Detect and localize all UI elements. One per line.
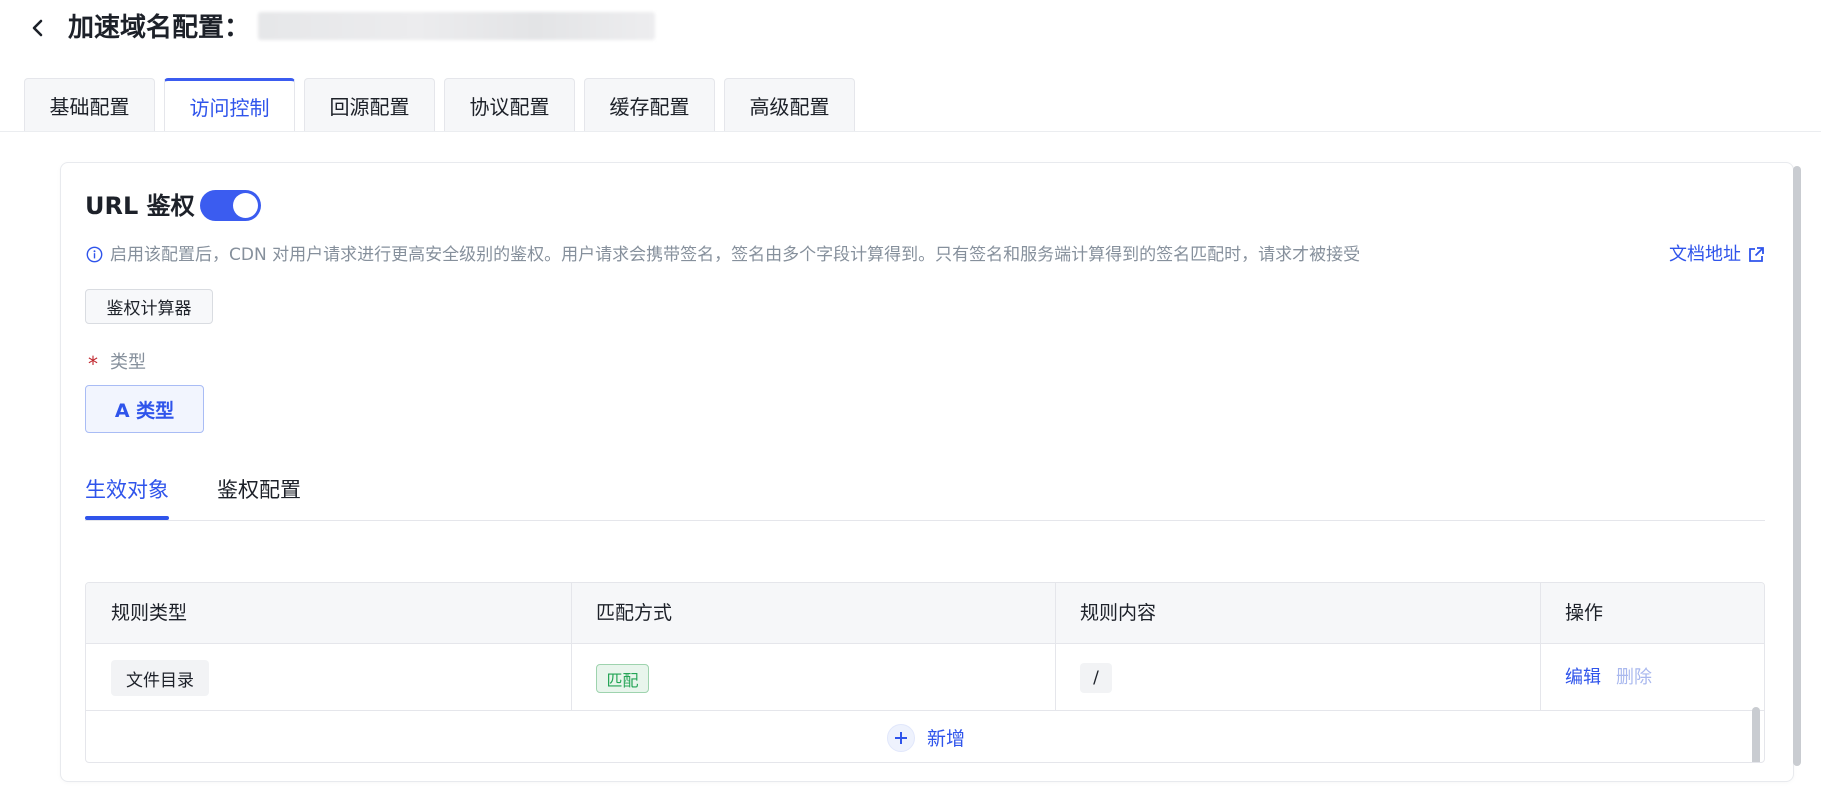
info-icon	[86, 246, 103, 263]
type-label: 类型	[110, 352, 146, 373]
tab-basic-config[interactable]: 基础配置	[24, 78, 155, 132]
url-auth-toggle[interactable]	[200, 190, 261, 221]
external-link-icon[interactable]	[1747, 246, 1765, 264]
delete-button[interactable]: 删除	[1616, 666, 1652, 690]
header-match-method: 匹配方式	[596, 602, 673, 624]
doc-link[interactable]: 文档地址	[1669, 243, 1741, 267]
subtab-effective-objects[interactable]: 生效对象	[85, 474, 169, 506]
tab-access-control[interactable]: 访问控制	[164, 78, 295, 132]
subtab-auth-config[interactable]: 鉴权配置	[217, 474, 301, 506]
config-tabs: 基础配置 访问控制 回源配置 协议配置 缓存配置 高级配置	[24, 78, 855, 132]
edit-button[interactable]: 编辑	[1565, 666, 1601, 690]
required-mark: *	[88, 352, 98, 376]
header-rule-type: 规则类型	[111, 602, 188, 624]
plus-icon	[886, 723, 915, 752]
header-rule-content: 规则内容	[1080, 602, 1157, 624]
tab-origin-config[interactable]: 回源配置	[304, 78, 435, 132]
toggle-knob	[233, 193, 258, 218]
url-auth-description: 启用该配置后，CDN 对用户请求进行更高安全级别的鉴权。用户请求会携带签名，签名…	[110, 245, 1361, 265]
tab-protocol-config[interactable]: 协议配置	[444, 78, 575, 132]
add-rule-button[interactable]: 新增	[86, 711, 1764, 762]
tabs-divider	[0, 131, 1821, 132]
table-row: 文件目录 匹配 / 编辑 删除	[86, 644, 1764, 762]
rule-type-tag: 文件目录	[111, 660, 209, 696]
auth-calculator-button[interactable]: 鉴权计算器	[85, 289, 213, 324]
rule-content-tag: /	[1080, 663, 1112, 693]
add-rule-label: 新增	[926, 728, 965, 750]
page-scrollbar[interactable]	[1793, 166, 1801, 766]
table-header: 规则类型 匹配方式 规则内容 操作	[86, 583, 1764, 644]
tab-advanced-config[interactable]: 高级配置	[724, 78, 855, 132]
header-actions: 操作	[1565, 602, 1604, 624]
page-header: 加速域名配置：	[0, 0, 1821, 55]
redacted-domain	[258, 12, 655, 40]
type-option-a[interactable]: A 类型	[85, 385, 204, 433]
chevron-left-icon[interactable]	[28, 16, 48, 40]
match-method-tag: 匹配	[596, 664, 649, 693]
tab-cache-config[interactable]: 缓存配置	[584, 78, 715, 132]
page-title: 加速域名配置：	[68, 13, 251, 43]
url-auth-title: URL 鉴权	[85, 192, 195, 220]
subtab-divider	[85, 520, 1765, 521]
rules-table: 规则类型 匹配方式 规则内容 操作 文件目录 匹配 / 编辑 删除 新增	[85, 582, 1765, 763]
